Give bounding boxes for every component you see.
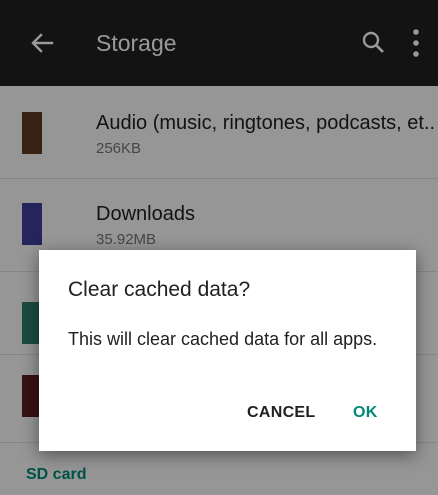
- ok-button[interactable]: OK: [345, 400, 386, 426]
- dialog-message: This will clear cached data for all apps…: [68, 329, 378, 349]
- screen: Storage Audio (music, ringtones, podcast…: [0, 0, 438, 495]
- cancel-button[interactable]: CANCEL: [239, 400, 323, 426]
- dialog-title: Clear cached data?: [68, 278, 251, 301]
- clear-cache-dialog: Clear cached data? This will clear cache…: [39, 250, 416, 451]
